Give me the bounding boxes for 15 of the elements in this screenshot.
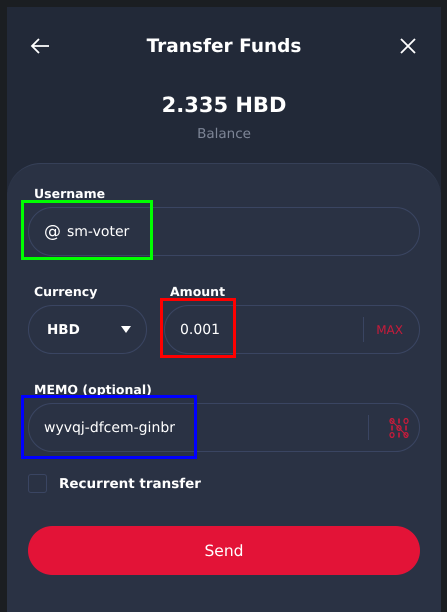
balance-amount: 2.335 HBD [162,93,286,117]
amount-field[interactable]: 0.001 MAX [164,305,420,354]
field-label: Amount [169,284,226,299]
send-button[interactable]: Send [28,526,420,575]
currency-dropdown[interactable]: HBD [28,305,147,354]
caret-icon [120,325,132,334]
username-field[interactable]: @ sm-voter [28,207,420,256]
field-label: Username [33,186,106,201]
memo-field[interactable]: wyvqj-dfcem-ginbr [28,403,420,452]
balance-label: Balance [197,126,251,142]
recurrent-checkbox[interactable] [28,474,47,493]
field-label: Currency [33,284,98,299]
dialog-title: Transfer Funds [146,36,302,56]
field-label: MEMO (optional) [33,382,152,397]
checkbox-label: Recurrent transfer [59,476,201,492]
